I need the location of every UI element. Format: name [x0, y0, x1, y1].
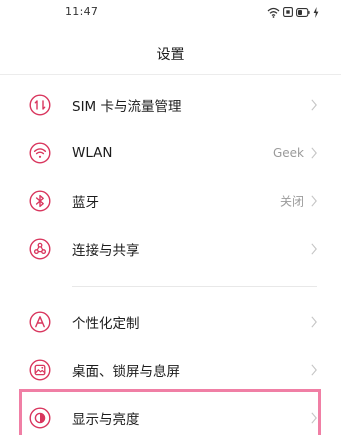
settings-item-label: 个性化定制: [72, 316, 140, 332]
connection-share-icon: [29, 238, 51, 260]
title-bar: 设置: [0, 36, 341, 74]
settings-item-personalization[interactable]: 个性化定制: [0, 298, 341, 346]
sim-data-icon: [29, 94, 51, 116]
chevron-right-icon: [311, 147, 317, 159]
charging-icon: [313, 6, 319, 18]
settings-item-value: Geek: [272, 146, 304, 160]
settings-item-label: 蓝牙: [72, 195, 99, 211]
status-icons: [267, 5, 319, 19]
settings-item-connection-share[interactable]: 连接与共享: [0, 225, 341, 273]
settings-group-personalization: 个性化定制 桌面、锁屏与息屏 显示与亮度: [0, 298, 341, 442]
bluetooth-icon: [29, 190, 51, 212]
page-title: 设置: [156, 47, 185, 63]
settings-item-sim-data[interactable]: SIM 卡与流量管理: [0, 81, 341, 129]
status-bar: 11:47: [0, 0, 341, 26]
settings-group-connectivity: SIM 卡与流量管理 WLAN Geek 蓝牙 关闭 连接与共享: [0, 81, 341, 273]
settings-item-label: 桌面、锁屏与息屏: [72, 364, 180, 380]
group-divider: [72, 286, 317, 287]
chevron-right-icon: [311, 316, 317, 328]
nfc-icon: [283, 7, 293, 17]
battery-icon: [296, 7, 310, 17]
desktop-lockscreen-icon: [29, 359, 51, 381]
chevron-right-icon: [311, 364, 317, 376]
settings-item-label: 连接与共享: [72, 243, 140, 259]
chevron-right-icon: [311, 412, 317, 424]
settings-item-value: 关闭: [279, 194, 304, 209]
settings-item-bluetooth[interactable]: 蓝牙 关闭: [0, 177, 341, 225]
chevron-right-icon: [311, 195, 317, 207]
chevron-right-icon: [311, 99, 317, 111]
status-time: 11:47: [65, 5, 99, 18]
title-divider: [0, 74, 341, 75]
wifi-signal-icon: [267, 7, 280, 18]
settings-item-wlan[interactable]: WLAN Geek: [0, 129, 341, 177]
display-brightness-icon: [29, 407, 51, 429]
settings-item-desktop-lockscreen[interactable]: 桌面、锁屏与息屏: [0, 346, 341, 394]
settings-item-label: WLAN: [72, 145, 113, 161]
chevron-right-icon: [311, 243, 317, 255]
settings-item-label: 显示与亮度: [72, 412, 140, 428]
wifi-icon: [29, 142, 51, 164]
settings-item-label: SIM 卡与流量管理: [72, 99, 182, 115]
personalization-icon: [29, 311, 51, 333]
